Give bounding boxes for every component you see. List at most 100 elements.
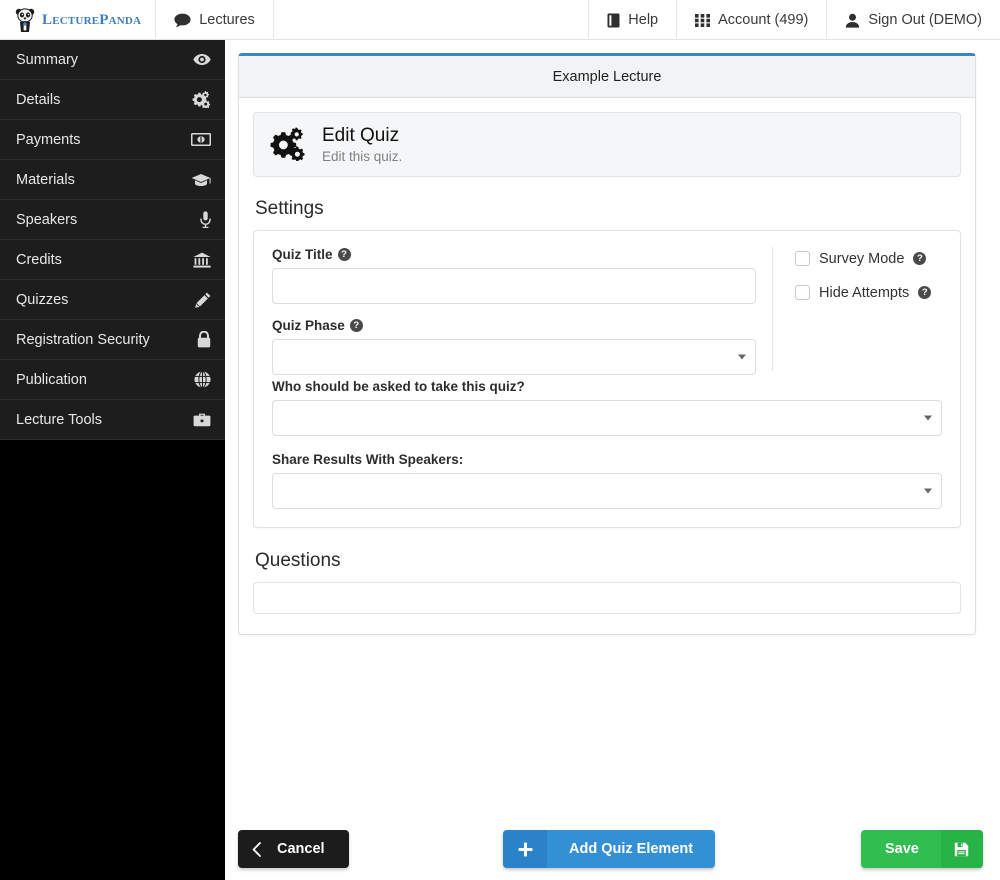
comment-icon [174, 13, 191, 28]
questions-heading: Questions [255, 549, 341, 571]
sidebar-item-speakers-label: Speakers [16, 211, 78, 228]
money-icon [191, 133, 211, 146]
sidebar-item-quizzes-label: Quizzes [16, 291, 69, 308]
bank-icon [193, 252, 211, 268]
help-icon[interactable]: ? [337, 247, 351, 261]
chevron-left-icon [238, 830, 273, 868]
footer-actions: Cancel Add Quiz Element Save [225, 815, 1000, 875]
cancel-button[interactable]: Cancel [238, 830, 349, 868]
pencil-icon [195, 292, 211, 308]
share-results-select[interactable] [272, 472, 942, 509]
settings-top-row: Quiz Title ? Quiz Phase ? Survey Mode ? … [272, 246, 942, 375]
settings-heading: Settings [255, 197, 324, 219]
nav-item-sign-out[interactable]: Sign Out (DEMO) [826, 0, 1000, 40]
quiz-title-label-row: Quiz Title ? [272, 247, 756, 262]
page-title: Example Lecture [552, 68, 662, 85]
microphone-icon [200, 211, 211, 228]
panel-body: Edit Quiz Edit this quiz. Settings Quiz … [239, 98, 975, 634]
quiz-title-label: Quiz Title [272, 246, 333, 262]
sidebar-item-publication[interactable]: Publication [0, 360, 225, 400]
top-navbar: LecturePanda Lectures Help Account (499)… [0, 0, 1000, 40]
sidebar-item-materials[interactable]: Materials [0, 160, 225, 200]
help-icon[interactable]: ? [913, 252, 927, 266]
sidebar-item-lecture-tools[interactable]: Lecture Tools [0, 400, 225, 440]
sidebar-item-speakers[interactable]: Speakers [0, 200, 225, 240]
nav-item-lectures[interactable]: Lectures [156, 0, 274, 40]
share-results-label-row: Share Results With Speakers: [272, 452, 942, 467]
hide-attempts-label: Hide Attempts [819, 284, 910, 301]
audience-select-wrap [272, 399, 942, 436]
hide-attempts-checkbox-row[interactable]: Hide Attempts ? [795, 285, 942, 301]
add-quiz-element-button[interactable]: Add Quiz Element [503, 830, 716, 868]
sidebar-item-payments-label: Payments [16, 131, 81, 148]
nav-item-account-label: Account (499) [718, 12, 809, 28]
sidebar-item-registration-security[interactable]: Registration Security [0, 320, 225, 360]
sidebar-item-lecture-tools-label: Lecture Tools [16, 411, 102, 428]
eye-icon [193, 53, 211, 66]
questions-section: Questions [253, 550, 961, 614]
questions-empty-list[interactable] [253, 581, 961, 614]
lock-icon [197, 331, 211, 348]
book-icon [607, 13, 620, 28]
sidebar-item-registration-security-label: Registration Security [16, 331, 150, 348]
survey-mode-checkbox-row[interactable]: Survey Mode ? [795, 251, 942, 267]
grid-icon [695, 13, 711, 28]
panda-logo-icon [14, 7, 36, 33]
quiz-title-input[interactable] [272, 267, 756, 304]
survey-mode-label: Survey Mode [819, 250, 905, 267]
cancel-button-label: Cancel [277, 841, 325, 857]
user-icon [845, 13, 860, 28]
share-results-field-group: Share Results With Speakers: [272, 452, 942, 509]
sidebar-item-summary-label: Summary [16, 51, 79, 68]
sidebar-item-publication-label: Publication [16, 371, 87, 388]
edit-quiz-title: Edit Quiz [322, 125, 400, 146]
settings-card: Quiz Title ? Quiz Phase ? Survey Mode ? … [253, 229, 961, 528]
sidebar-item-materials-label: Materials [16, 171, 75, 188]
quiz-phase-label-row: Quiz Phase ? [272, 318, 756, 333]
help-icon[interactable]: ? [918, 286, 932, 300]
share-results-label: Share Results With Speakers: [272, 451, 464, 467]
sidebar-item-payments[interactable]: Payments [0, 120, 225, 160]
audience-field-group: Who should be asked to take this quiz? [272, 379, 942, 436]
audience-select[interactable] [272, 399, 942, 436]
edit-quiz-banner-text: Edit Quiz Edit this quiz. [322, 125, 402, 164]
brand-name: LecturePanda [42, 11, 142, 28]
help-icon[interactable]: ? [349, 318, 363, 332]
cogs-icon [270, 127, 308, 162]
quiz-phase-select[interactable] [272, 338, 756, 375]
nav-item-help[interactable]: Help [588, 0, 676, 40]
sidebar-item-credits[interactable]: Credits [0, 240, 225, 280]
audience-label: Who should be asked to take this quiz? [272, 378, 525, 394]
sidebar: Summary Details Payments Materials Speak… [0, 40, 225, 880]
share-results-select-wrap [272, 472, 942, 509]
hide-attempts-checkbox[interactable] [795, 285, 810, 301]
main-content: Example Lecture Edit Quiz Edit this quiz… [225, 40, 1000, 880]
nav-item-lectures-label: Lectures [199, 12, 255, 28]
brand-logo[interactable]: LecturePanda [0, 0, 157, 40]
nav-item-help-label: Help [628, 12, 659, 28]
save-button-label: Save [885, 841, 919, 857]
nav-item-account[interactable]: Account (499) [676, 0, 826, 40]
panel-header: Example Lecture [239, 56, 975, 98]
graduation-cap-icon [191, 173, 211, 187]
sidebar-item-credits-label: Credits [16, 251, 62, 268]
edit-quiz-banner: Edit Quiz Edit this quiz. [253, 112, 961, 177]
navbar-spacer [274, 0, 588, 39]
audience-label-row: Who should be asked to take this quiz? [272, 379, 942, 394]
save-button[interactable]: Save [861, 830, 983, 868]
globe-icon [194, 371, 211, 388]
briefcase-icon [193, 412, 211, 427]
sidebar-item-summary[interactable]: Summary [0, 40, 225, 80]
lecture-panel: Example Lecture Edit Quiz Edit this quiz… [238, 53, 976, 635]
app-root: LecturePanda Lectures Help Account (499)… [0, 0, 1000, 880]
sidebar-item-details[interactable]: Details [0, 80, 225, 120]
survey-mode-checkbox[interactable] [795, 251, 810, 267]
cogs-icon [192, 91, 211, 108]
quiz-phase-select-wrap [272, 338, 756, 375]
settings-left-column: Quiz Title ? Quiz Phase ? [272, 247, 772, 375]
sidebar-item-quizzes[interactable]: Quizzes [0, 280, 225, 320]
quiz-title-field-group: Quiz Title ? [272, 247, 756, 304]
quiz-phase-field-group: Quiz Phase ? [272, 318, 756, 375]
floppy-disk-icon [940, 830, 983, 868]
add-quiz-element-label: Add Quiz Element [569, 841, 694, 857]
